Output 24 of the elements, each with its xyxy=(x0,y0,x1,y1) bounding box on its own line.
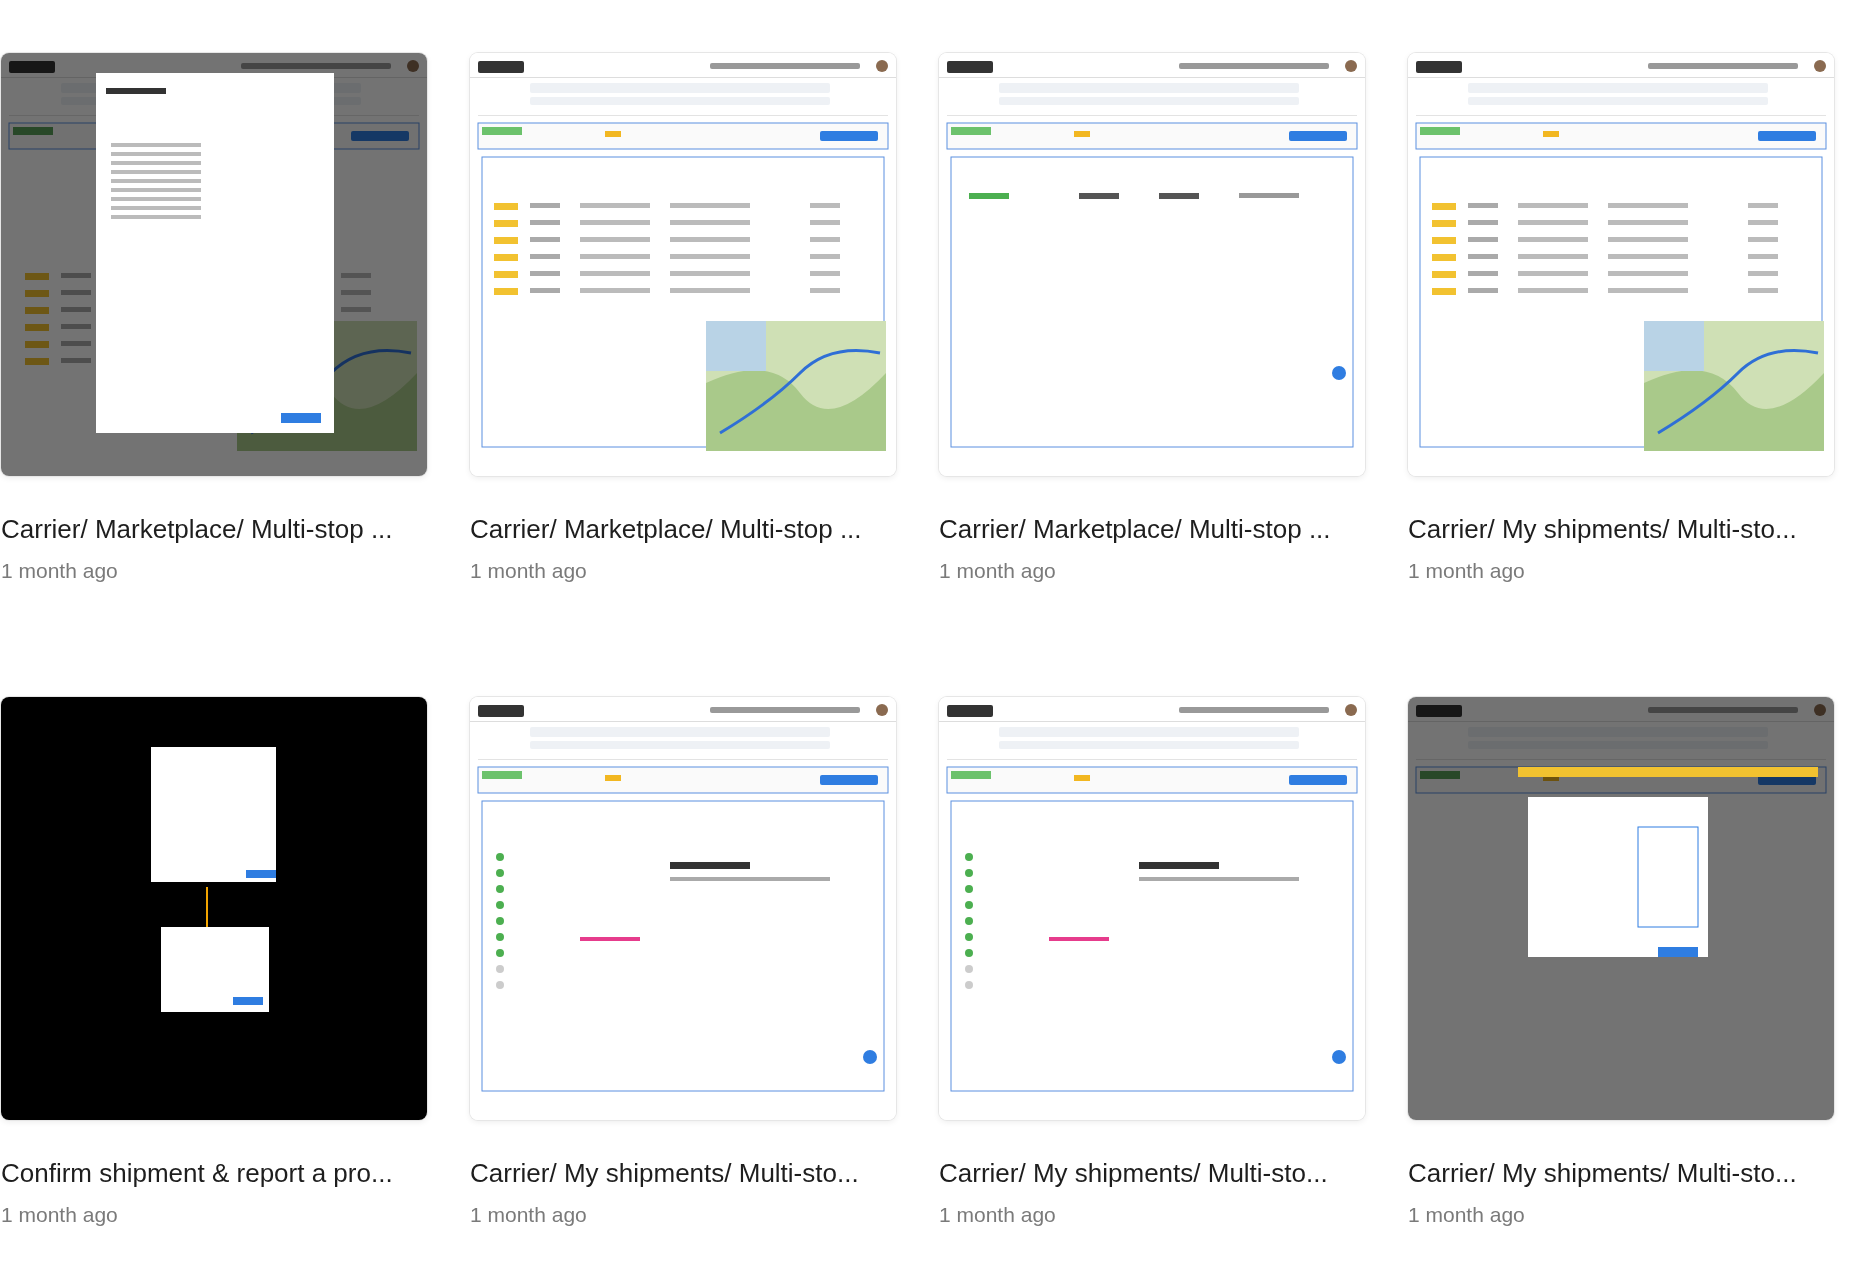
modified-time: 1 month ago xyxy=(470,559,588,583)
file-title[interactable]: Carrier/ My shipments/ Multi-sto... xyxy=(939,1158,1365,1189)
thumbnail-drawing[interactable] xyxy=(470,53,896,476)
file-title[interactable]: Carrier/ My shipments/ Multi-sto... xyxy=(1408,514,1834,545)
modified-time: 1 month ago xyxy=(939,559,1057,583)
file-title[interactable]: Confirm shipment & report a pro... xyxy=(1,1158,427,1189)
thumbnail-drawing[interactable] xyxy=(1,697,427,1120)
file-title[interactable]: Carrier/ Marketplace/ Multi-stop ... xyxy=(939,514,1365,545)
modified-time: 1 month ago xyxy=(470,1203,588,1227)
thumbnail-drawing[interactable] xyxy=(1,53,427,476)
modified-time: 1 month ago xyxy=(1408,559,1526,583)
thumbnail-drawing[interactable] xyxy=(470,697,896,1120)
file-title[interactable]: Carrier/ Marketplace/ Multi-stop ... xyxy=(1,514,427,545)
modified-time: 1 month ago xyxy=(939,1203,1057,1227)
thumbnail-drawing[interactable] xyxy=(1408,697,1834,1120)
thumbnail-drawing[interactable] xyxy=(1408,53,1834,476)
modified-time: 1 month ago xyxy=(1408,1203,1526,1227)
thumbnail-drawing[interactable] xyxy=(939,53,1365,476)
file-title[interactable]: Carrier/ Marketplace/ Multi-stop ... xyxy=(470,514,896,545)
file-title[interactable]: Carrier/ My shipments/ Multi-sto... xyxy=(1408,1158,1834,1189)
modified-time: 1 month ago xyxy=(1,1203,119,1227)
file-title[interactable]: Carrier/ My shipments/ Multi-sto... xyxy=(470,1158,896,1189)
modified-time: 1 month ago xyxy=(1,559,119,583)
thumbnail-drawing[interactable] xyxy=(939,697,1365,1120)
